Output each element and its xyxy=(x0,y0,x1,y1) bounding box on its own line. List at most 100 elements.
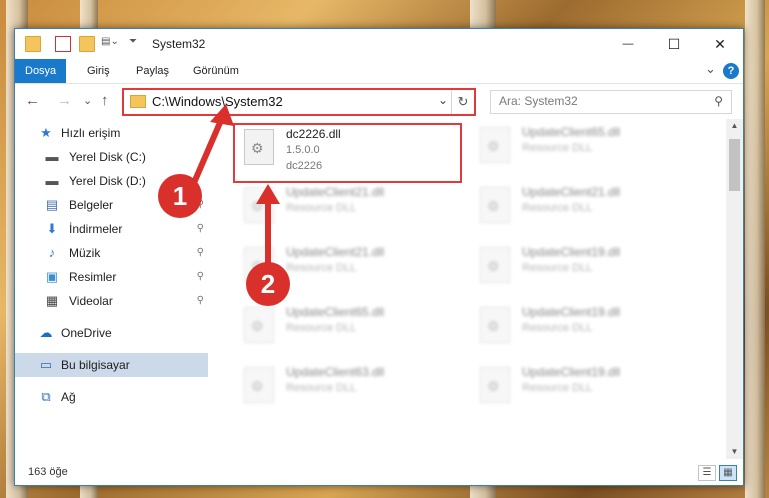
file-description: Resource DLL xyxy=(286,382,357,394)
file-item[interactable]: UpdateClient21.dll Resource DLL xyxy=(472,183,692,233)
search-icon[interactable]: ⚲ xyxy=(714,94,723,108)
ribbon: Dosya Giriş Paylaş Görünüm ⌄ ? xyxy=(15,59,743,84)
search-input[interactable]: Ara: System32 ⚲ xyxy=(490,90,732,114)
network-icon: ⧉ xyxy=(41,389,51,404)
file-name: UpdateClient19.dll xyxy=(522,305,621,319)
navigation-pane: ★ Hızlı erişim ▬ Yerel Disk (C:) ▬ Yerel… xyxy=(15,119,210,459)
sidebar-item-pictures[interactable]: ▣ Resimler ⚲ xyxy=(15,265,208,289)
dll-file-icon xyxy=(480,307,510,343)
file-description: Resource DLL xyxy=(522,202,593,214)
pin-icon: ⚲ xyxy=(196,247,204,258)
pin-icon: ⚲ xyxy=(196,223,204,234)
music-icon: ♪ xyxy=(48,245,56,260)
item-count: 163 öğe xyxy=(28,466,68,478)
file-item[interactable]: UpdateClient65.dll Resource DLL xyxy=(236,303,456,353)
videos-icon: ▦ xyxy=(45,293,59,308)
sidebar-item-label: Yerel Disk (D:) xyxy=(69,174,146,188)
file-name: UpdateClient21.dll xyxy=(522,185,621,199)
file-name: UpdateClient19.dll xyxy=(522,365,621,379)
sidebar-item-network[interactable]: ⧉ Ağ xyxy=(15,385,208,409)
up-arrow-icon[interactable]: ↑ xyxy=(101,92,109,109)
file-item[interactable]: UpdateClient65.dll Resource DLL xyxy=(472,123,692,173)
computer-icon: ▭ xyxy=(39,357,53,372)
file-item[interactable]: UpdateClient63.dll Resource DLL xyxy=(236,363,456,413)
sidebar-item-label: Videolar xyxy=(69,294,113,308)
maximize-button[interactable]: ☐ xyxy=(651,29,697,59)
sidebar-item-music[interactable]: ♪ Müzik ⚲ xyxy=(15,241,208,265)
customize-toolbar-icon[interactable]: ▤⌄ xyxy=(101,36,125,50)
sidebar-item-downloads[interactable]: ⬇ İndirmeler ⚲ xyxy=(15,217,208,241)
file-description: Resource DLL xyxy=(522,382,593,394)
sidebar-item-this-pc[interactable]: ▭ Bu bilgisayar xyxy=(15,353,208,377)
title-bar: ▤⌄ ⏷ System32 — ☐ ✕ xyxy=(15,29,743,59)
sidebar-item-label: OneDrive xyxy=(61,326,112,340)
sidebar-item-videos[interactable]: ▦ Videolar ⚲ xyxy=(15,289,208,313)
file-name: UpdateClient21.dll xyxy=(286,245,385,259)
star-icon: ★ xyxy=(40,125,52,140)
background-trunk xyxy=(745,0,765,498)
sidebar-item-label: Müzik xyxy=(69,246,101,260)
sidebar-item-label: Resimler xyxy=(69,270,117,284)
file-item[interactable]: UpdateClient21.dll Resource DLL xyxy=(236,183,456,233)
annotation-badge-2: 2 xyxy=(246,262,290,306)
documents-icon: ▤ xyxy=(45,197,59,212)
sidebar-item-quick-access[interactable]: ★ Hızlı erişim xyxy=(15,121,208,145)
sidebar-item-label: Yerel Disk (C:) xyxy=(69,150,146,164)
highlight-box xyxy=(233,123,462,183)
file-name: UpdateClient65.dll xyxy=(522,125,621,139)
sidebar-item-label: Ağ xyxy=(61,390,76,404)
refresh-icon[interactable]: ↻ xyxy=(451,90,474,114)
file-name: UpdateClient65.dll xyxy=(286,305,385,319)
tiles-view-icon[interactable]: ▦ xyxy=(719,465,737,481)
sidebar-item-label: Belgeler xyxy=(69,198,114,212)
pin-icon: ⚲ xyxy=(196,295,204,306)
sidebar-item-local-disk-c[interactable]: ▬ Yerel Disk (C:) xyxy=(15,145,208,169)
dll-file-icon xyxy=(480,247,510,283)
file-description: Resource DLL xyxy=(522,322,593,334)
file-description: Resource DLL xyxy=(286,202,357,214)
file-item[interactable]: UpdateClient19.dll Resource DLL xyxy=(472,363,692,413)
tab-gorunum[interactable]: Görünüm xyxy=(183,59,249,83)
file-item[interactable]: UpdateClient19.dll Resource DLL xyxy=(472,243,692,293)
disk-icon: ▬ xyxy=(45,173,59,188)
tab-giris[interactable]: Giriş xyxy=(77,59,120,83)
close-button[interactable]: ✕ xyxy=(697,29,743,59)
explorer-window: ▤⌄ ⏷ System32 — ☐ ✕ Dosya Giriş Paylaş G… xyxy=(14,28,744,486)
scrollbar-thumb[interactable] xyxy=(729,139,740,191)
folder-icon xyxy=(130,95,146,108)
navigation-bar: ← → ⌄ ↑ C:\Windows\System32 ⌄ ↻ Ara: Sys… xyxy=(15,84,743,118)
details-view-icon[interactable]: ☰ xyxy=(698,465,716,481)
scroll-down-icon[interactable]: ▼ xyxy=(726,445,743,459)
cloud-icon: ☁ xyxy=(39,325,53,340)
dll-file-icon xyxy=(244,367,274,403)
file-description: Resource DLL xyxy=(522,142,593,154)
file-description: Resource DLL xyxy=(286,322,357,334)
minimize-button[interactable]: — xyxy=(605,29,651,59)
downloads-icon: ⬇ xyxy=(46,221,58,236)
dll-file-icon xyxy=(480,367,510,403)
sidebar-item-onedrive[interactable]: ☁ OneDrive xyxy=(15,321,208,345)
file-item[interactable]: UpdateClient19.dll Resource DLL xyxy=(472,303,692,353)
sidebar-item-label: İndirmeler xyxy=(69,222,123,236)
properties-icon[interactable] xyxy=(55,36,71,52)
status-bar: 163 öğe ☰ ▦ xyxy=(15,459,743,485)
dll-file-icon xyxy=(244,307,274,343)
vertical-scrollbar[interactable]: ▲ ▼ xyxy=(726,119,743,459)
pictures-icon: ▣ xyxy=(45,269,59,284)
address-dropdown-icon[interactable]: ⌄ xyxy=(438,93,448,107)
file-name: UpdateClient21.dll xyxy=(286,185,385,199)
recent-locations-icon[interactable]: ⌄ xyxy=(83,94,92,107)
tab-dosya[interactable]: Dosya xyxy=(15,59,67,83)
new-folder-icon[interactable] xyxy=(79,36,95,52)
quick-access-dropdown-icon[interactable]: ⏷ xyxy=(129,36,143,50)
file-name: UpdateClient63.dll xyxy=(286,365,385,379)
expand-ribbon-icon[interactable]: ⌄ xyxy=(705,61,716,77)
file-name: UpdateClient19.dll xyxy=(522,245,621,259)
forward-arrow-icon[interactable]: → xyxy=(57,92,72,109)
tab-paylas[interactable]: Paylaş xyxy=(126,59,179,83)
back-arrow-icon[interactable]: ← xyxy=(25,92,40,109)
scroll-up-icon[interactable]: ▲ xyxy=(726,119,743,133)
address-path[interactable]: C:\Windows\System32 xyxy=(152,94,283,109)
address-bar[interactable]: C:\Windows\System32 ⌄ ↻ xyxy=(122,88,476,116)
help-icon[interactable]: ? xyxy=(723,63,739,79)
